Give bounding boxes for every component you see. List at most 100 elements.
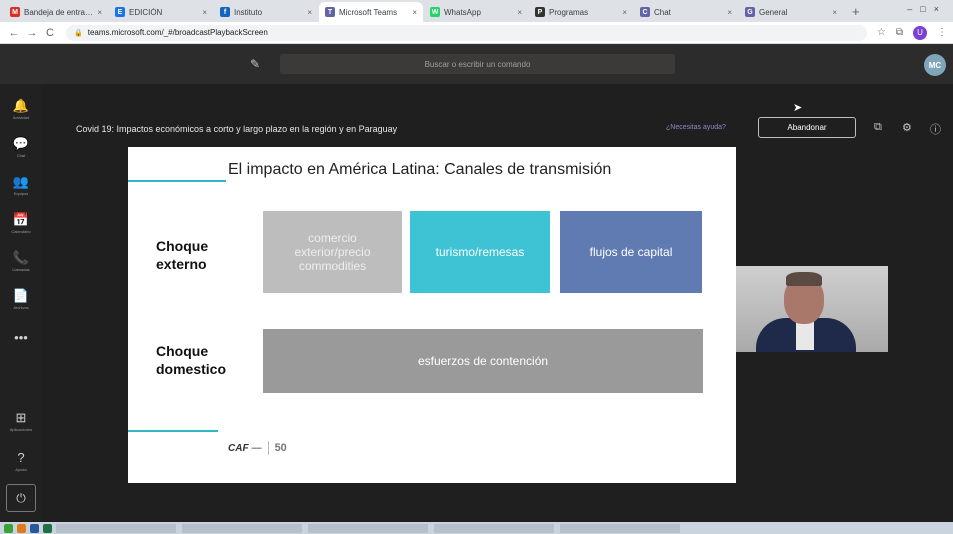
taskbar-app-icon[interactable] xyxy=(17,523,26,533)
caf-anniversary-mark: 50 xyxy=(274,442,287,454)
browser-tab[interactable]: T Microsoft Teams × xyxy=(319,2,423,22)
tab-title: EDICIÓN xyxy=(129,7,163,17)
user-avatar[interactable]: MC xyxy=(924,54,946,76)
taskbar-app-icon[interactable] xyxy=(30,523,39,533)
browser-toolbar: ← → C 🔒 teams.microsoft.com/_#/broadcast… xyxy=(0,22,953,44)
tab-close-icon[interactable]: × xyxy=(727,8,732,17)
browser-tab[interactable]: P Programas × xyxy=(529,2,633,22)
taskbar-window[interactable] xyxy=(56,523,176,533)
extension-icon[interactable]: ⧉ xyxy=(896,27,903,38)
browser-menu-icon[interactable]: ⋮ xyxy=(937,27,947,38)
presenter-shirt xyxy=(796,320,814,350)
tab-favicon-icon: E xyxy=(115,7,125,17)
tab-close-icon[interactable]: × xyxy=(97,8,102,17)
presenter-hair xyxy=(786,272,822,286)
reload-icon[interactable]: C xyxy=(42,27,58,39)
slide-accent-line xyxy=(128,180,226,182)
rail-item-help[interactable]: ? Ayuda xyxy=(0,442,42,480)
bookmark-star-icon[interactable]: ☆ xyxy=(877,27,886,38)
rail-item-teams[interactable]: 👥 Equipos xyxy=(0,166,42,204)
info-icon[interactable]: ⓘ xyxy=(930,121,941,137)
slide-title: El impacto en América Latina: Canales de… xyxy=(228,161,612,178)
box-commerce: comercio exterior/precio commodities xyxy=(263,211,402,293)
browser-tab[interactable]: W WhatsApp × xyxy=(424,2,528,22)
lock-icon: 🔒 xyxy=(74,29,83,37)
taskbar-app-icon[interactable] xyxy=(4,523,13,533)
tab-close-icon[interactable]: × xyxy=(517,8,522,17)
copy-icon[interactable]: ⧉ xyxy=(874,121,882,134)
settings-icon[interactable]: ⚙ xyxy=(902,121,912,134)
new-tab-button[interactable]: + xyxy=(844,2,868,22)
search-input[interactable]: Buscar o escribir un comando xyxy=(280,54,675,74)
calendar-icon: 📅 xyxy=(12,211,30,227)
tab-favicon-icon: P xyxy=(535,7,545,17)
rail-item-phone[interactable]: 📞 Llamadas xyxy=(0,242,42,280)
forward-icon[interactable]: → xyxy=(24,27,40,39)
row-label-domestic: Choque domestico xyxy=(156,343,227,377)
help-icon: ? xyxy=(17,449,25,465)
rail-item-more[interactable]: ••• xyxy=(0,320,42,358)
tab-title: General xyxy=(759,7,788,17)
browser-tab[interactable]: E EDICIÓN × xyxy=(109,2,213,22)
phone-icon: 📞 xyxy=(12,249,30,265)
rail-item-label: Archivos xyxy=(13,304,29,310)
teams-app-rail: 🔔 Actividad 💬 Chat 👥 Equipos 📅 Calendario 📞 Llama… xyxy=(0,84,42,522)
tab-title: Programas xyxy=(549,7,589,17)
compose-icon[interactable]: ✎ xyxy=(250,57,264,71)
taskbar-window[interactable] xyxy=(560,523,680,533)
teams-icon: 👥 xyxy=(12,173,30,189)
tab-close-icon[interactable]: × xyxy=(307,8,312,17)
tab-title: Instituto xyxy=(234,7,263,17)
rail-item-files[interactable]: 📄 Archivos xyxy=(0,280,42,318)
more-icon: ••• xyxy=(14,330,28,345)
rail-item-label: Chat xyxy=(16,152,26,158)
tab-title: WhatsApp xyxy=(444,7,481,17)
rail-item-label: Llamadas xyxy=(12,266,30,272)
taskbar-app-icon[interactable] xyxy=(43,523,52,533)
profile-avatar[interactable]: U xyxy=(913,25,927,40)
tab-close-icon[interactable]: × xyxy=(202,8,207,17)
chat-icon: 💬 xyxy=(12,135,30,151)
browser-tab[interactable]: G General × xyxy=(739,2,843,22)
caf-logo-text: CAF xyxy=(228,442,249,454)
back-icon[interactable]: ← xyxy=(6,27,22,39)
caf-logo: CAF ▬▬ 50 xyxy=(228,441,287,455)
address-bar[interactable]: 🔒 teams.microsoft.com/_#/broadcastPlayba… xyxy=(66,24,867,41)
tab-favicon-icon: W xyxy=(430,7,440,17)
browser-tab-strip: M Bandeja de entrada × E EDICIÓN × f Instituto ×… xyxy=(0,0,953,22)
tab-close-icon[interactable]: × xyxy=(832,8,837,17)
browser-tab[interactable]: f Instituto × xyxy=(214,2,318,22)
rail-item-bell[interactable]: 🔔 Actividad xyxy=(0,90,42,128)
rail-item-label: Actividad xyxy=(12,114,30,120)
box-tourism: turismo/remesas xyxy=(410,211,550,293)
box-capital-flows: flujos de capital xyxy=(560,211,702,293)
leave-button[interactable]: Abandonar xyxy=(758,117,856,138)
apps-icon: ⊞ xyxy=(15,409,27,425)
tab-close-icon[interactable]: × xyxy=(412,8,417,17)
tab-favicon-icon: G xyxy=(745,7,755,17)
rail-item-apps[interactable]: ⊞ Aplicaciones xyxy=(0,402,42,440)
rail-item-calendar[interactable]: 📅 Calendario xyxy=(0,204,42,242)
taskbar-window[interactable] xyxy=(434,523,554,533)
teams-top-bar: ✎ Buscar o escribir un comando MC xyxy=(0,44,953,84)
tab-title: Chat xyxy=(654,7,671,17)
tab-title: Microsoft Teams xyxy=(339,7,398,17)
browser-tab[interactable]: C Chat × xyxy=(634,2,738,22)
bell-icon: 🔔 xyxy=(12,97,30,113)
presentation-slide: El impacto en América Latina: Canales de… xyxy=(128,147,736,483)
help-link[interactable]: ¿Necesitas ayuda? xyxy=(666,124,726,131)
taskbar-window[interactable] xyxy=(308,523,428,533)
window-controls[interactable]: –□× xyxy=(907,4,947,14)
browser-tab[interactable]: M Bandeja de entrada × xyxy=(4,2,108,22)
mouse-cursor-icon: ➤ xyxy=(793,102,803,114)
tab-close-icon[interactable]: × xyxy=(622,8,627,17)
rail-item-chat[interactable]: 💬 Chat xyxy=(0,128,42,166)
tab-favicon-icon: C xyxy=(640,7,650,17)
rail-item-label: Ayuda xyxy=(15,466,27,472)
meeting-title: Covid 19: Impactos económicos a corto y … xyxy=(76,124,398,134)
download-app-icon[interactable]: ⏻ xyxy=(6,484,36,512)
taskbar-window[interactable] xyxy=(182,523,302,533)
tab-title: Bandeja de entrada xyxy=(24,7,94,17)
address-url: teams.microsoft.com/_#/broadcastPlayback… xyxy=(87,28,268,37)
caf-logo-subtext: ▬▬ xyxy=(251,445,262,451)
